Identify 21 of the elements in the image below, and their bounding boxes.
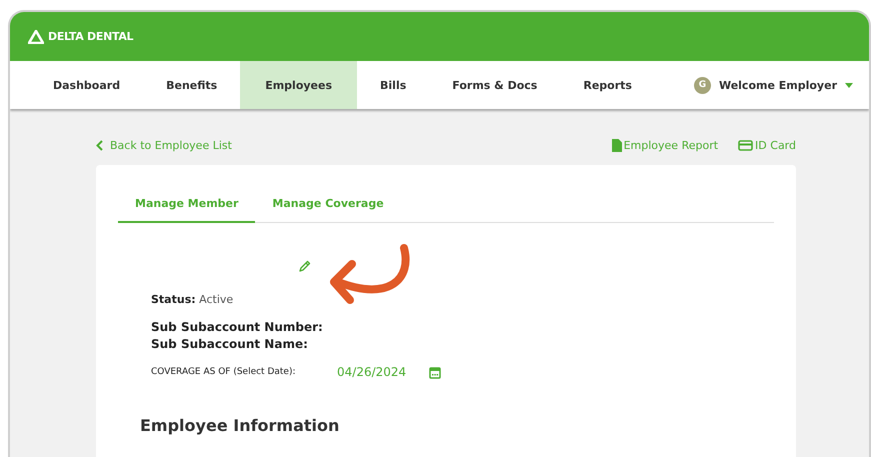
document-icon <box>612 138 622 152</box>
caret-icon <box>845 82 853 88</box>
coverage-label: COVERAGE AS OF (Select Date): <box>151 367 297 377</box>
user-menu[interactable]: Welcome Employer <box>718 78 837 92</box>
delta-logo-icon <box>28 30 44 44</box>
nav-tab[interactable]: Forms & Docs <box>429 61 560 109</box>
logo-text: DELTA DENTAL <box>48 30 134 43</box>
section-heading: Employee Information <box>140 416 340 435</box>
nav-tab[interactable]: Employees <box>240 61 358 109</box>
pencil-icon[interactable] <box>298 260 311 273</box>
nav-tab[interactable]: Bills <box>357 61 430 109</box>
nav-tab[interactable]: Benefits <box>143 61 240 109</box>
chevron-left-icon <box>96 140 103 150</box>
field-label: Sub Subaccount Name: <box>151 336 309 353</box>
nav-tab[interactable]: Dashboard <box>30 61 144 109</box>
status-text: Status: Active <box>151 293 234 306</box>
field-label: Sub Subaccount Number: <box>151 319 324 336</box>
card-icon <box>738 140 754 150</box>
calendar-icon[interactable] <box>429 366 441 378</box>
user-avatar: G <box>694 76 711 94</box>
nav-tab[interactable]: Reports <box>560 61 655 109</box>
